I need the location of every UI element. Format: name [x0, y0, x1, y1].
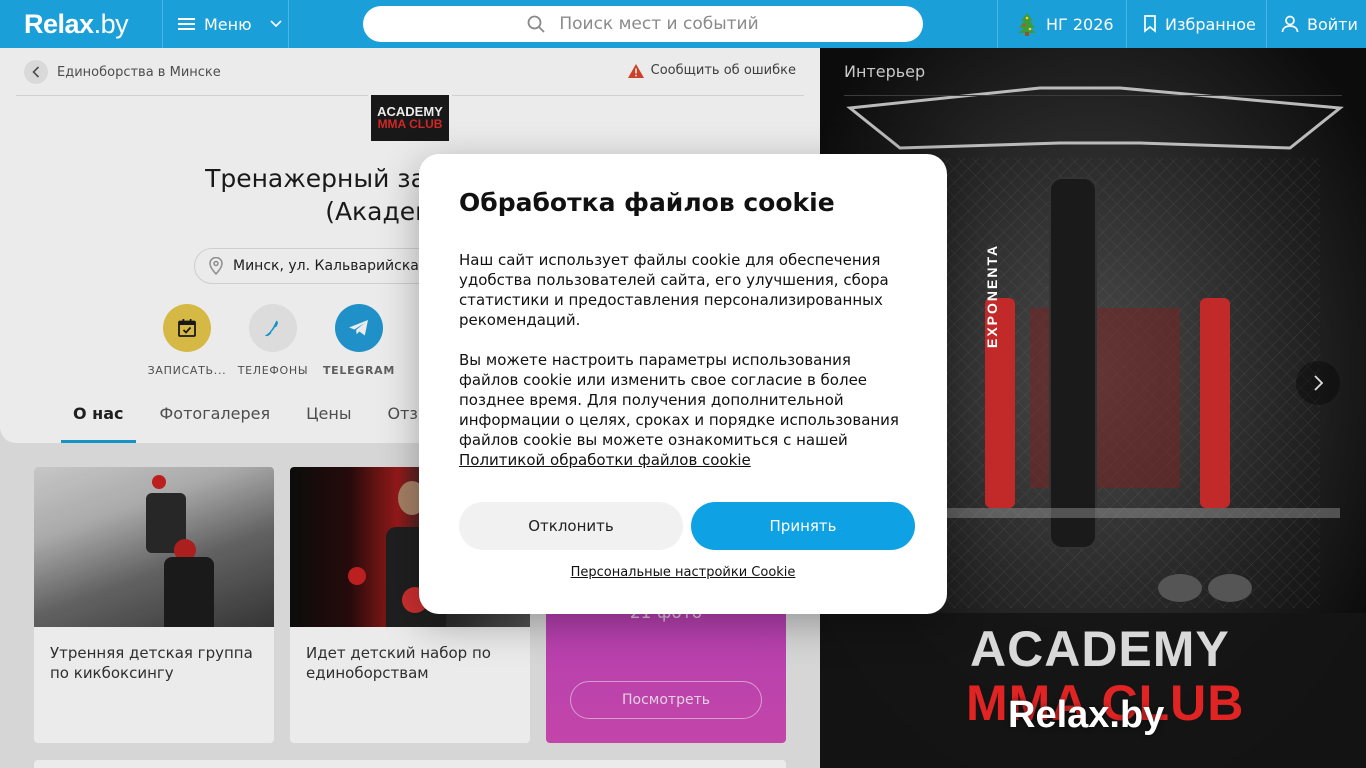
report-error-link[interactable]: Сообщить об ошибке	[627, 63, 796, 78]
address-text: Минск, ул. Кальварийска	[233, 258, 419, 274]
next-card-edge	[34, 760, 786, 768]
book-action[interactable]: ЗАПИСАТЬ...	[147, 304, 227, 377]
cookie-dialog-title: Обработка файлов cookie	[459, 188, 835, 217]
interior-title: Интерьер	[844, 62, 926, 81]
tab-bar: О нас Фотогалерея Цены Отзывы	[61, 398, 465, 443]
book-action-label: ЗАПИСАТЬ...	[147, 364, 227, 377]
telegram-icon	[349, 320, 368, 336]
calendar-check-icon	[178, 319, 196, 337]
menu-button[interactable]: Меню	[178, 0, 282, 48]
decline-button[interactable]: Отклонить	[459, 502, 683, 550]
club-logo: ACADEMY MMA CLUB	[368, 92, 452, 144]
favorites-link[interactable]: Избранное	[1143, 0, 1256, 48]
login-link[interactable]: Войти	[1281, 0, 1358, 48]
hamburger-icon	[178, 18, 195, 30]
search-input[interactable]: Поиск мест и событий	[363, 6, 923, 42]
tab-about[interactable]: О нас	[61, 398, 136, 443]
news-tile[interactable]: Утренняя детская группа по кикбоксингу	[34, 467, 274, 743]
report-error-label: Сообщить об ошибке	[650, 63, 796, 78]
new-year-label: НГ 2026	[1046, 14, 1114, 34]
chevron-left-icon	[32, 66, 40, 78]
location-pin-icon	[209, 257, 223, 275]
cookie-paragraph-1: Наш сайт использует файлы cookie для обе…	[459, 251, 889, 329]
logo-suffix: .by	[93, 9, 129, 39]
chevron-down-icon	[270, 20, 282, 28]
cookie-paragraph-2: Вы можете настроить параметры использова…	[459, 350, 907, 470]
phones-action-label: ТЕЛЕФОНЫ	[237, 364, 309, 377]
phone-icon	[264, 320, 278, 337]
divider	[1266, 0, 1267, 48]
phones-action-circle[interactable]	[249, 304, 297, 352]
accept-button[interactable]: Принять	[691, 502, 915, 550]
user-icon	[1281, 15, 1299, 33]
telegram-action-circle[interactable]	[335, 304, 383, 352]
menu-label: Меню	[204, 14, 252, 34]
divider	[844, 95, 1342, 96]
club-logo-line2: MMA CLUB	[377, 117, 443, 131]
cookie-policy-link[interactable]: Политикой обработки файлов cookie	[459, 451, 751, 469]
new-year-link[interactable]: НГ 2026	[1016, 0, 1114, 48]
tab-prices[interactable]: Цены	[306, 398, 363, 443]
favorites-label: Избранное	[1165, 14, 1256, 34]
news-caption: Идет детский набор по единоборствам	[306, 644, 491, 682]
bookmark-icon	[1144, 15, 1156, 33]
cookie-button-row: Отклонить Принять	[459, 502, 915, 550]
site-logo[interactable]: Relax.by	[24, 9, 129, 40]
telegram-action-label: TELEGRAM	[322, 364, 396, 377]
search-icon	[527, 15, 545, 33]
logo-text: Relax	[24, 9, 94, 39]
divider	[162, 0, 163, 48]
login-label: Войти	[1307, 14, 1358, 34]
back-button[interactable]	[24, 60, 48, 84]
book-action-circle[interactable]	[163, 304, 211, 352]
christmas-tree-icon	[1018, 13, 1036, 36]
divider	[1126, 0, 1127, 48]
news-caption: Утренняя детская группа по кикбоксингу	[50, 644, 253, 682]
phones-action[interactable]: ТЕЛЕФОНЫ	[236, 304, 310, 377]
next-photo-button[interactable]	[1296, 361, 1340, 405]
news-photo	[34, 467, 274, 627]
cookie-paragraph-2-text: Вы можете настроить параметры использова…	[459, 351, 899, 449]
chevron-right-icon	[1314, 375, 1323, 391]
breadcrumb-label[interactable]: Единоборства в Минске	[57, 65, 221, 80]
action-buttons: ЗАПИСАТЬ... ТЕЛЕФОНЫ TELEGRAM	[147, 304, 396, 377]
watermark-line1: ACADEMY	[970, 621, 1230, 677]
relax-watermark: Relax.by	[1008, 694, 1165, 736]
personal-cookie-settings-link[interactable]: Персональные настройки Cookie	[419, 565, 947, 580]
top-navigation-bar: Relax.by Меню Поиск мест и событий НГ 20…	[0, 0, 1366, 48]
search-placeholder: Поиск мест и событий	[559, 14, 759, 34]
divider	[997, 0, 998, 48]
telegram-action[interactable]: TELEGRAM	[322, 304, 396, 377]
tab-gallery[interactable]: Фотогалерея	[160, 398, 283, 443]
view-gallery-button[interactable]: Посмотреть	[570, 681, 762, 719]
divider	[288, 0, 289, 48]
breadcrumb[interactable]: Единоборства в Минске	[24, 60, 221, 84]
cookie-consent-dialog: Обработка файлов cookie Наш сайт использ…	[419, 154, 947, 614]
banner-text: EXPONENTA	[984, 243, 1000, 348]
warning-icon	[627, 63, 644, 78]
